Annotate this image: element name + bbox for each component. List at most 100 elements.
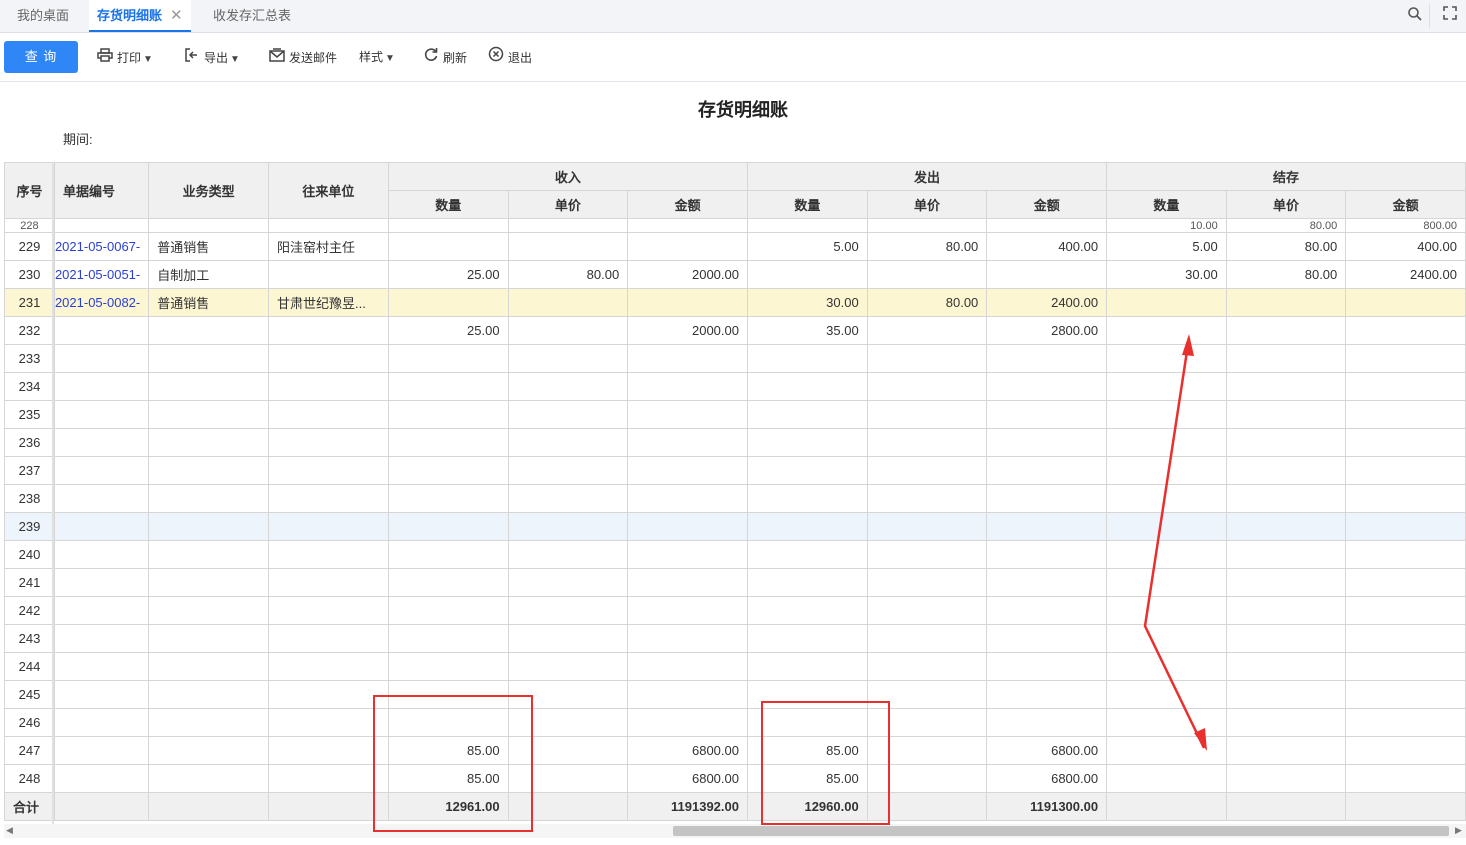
header-in-qty[interactable]: 数量 <box>387 190 509 219</box>
bal-qty-cell <box>1106 372 1227 401</box>
tab-my-desktop[interactable]: 我的桌面 <box>17 0 69 32</box>
tab-summary[interactable]: 收发存汇总表 <box>213 0 291 32</box>
scroll-left-icon[interactable]: ◀ <box>6 825 13 836</box>
table-row[interactable]: 229 -2021-05-0067 普通销售 阳洼窑村主任 5.00 80.00 400.0… <box>4 232 1466 261</box>
header-bal-qty[interactable]: 数量 <box>1106 190 1227 219</box>
biz-type-cell <box>148 512 269 541</box>
table-row[interactable]: 230 -2021-05-0051 自制加工 25.00 80.00 2000.00 30.… <box>4 260 1466 289</box>
header-doc-no[interactable]: 单据编号 <box>53 162 150 219</box>
in-price-cell <box>507 484 629 513</box>
doc-no-link[interactable]: -2021-05-0067 <box>53 232 150 261</box>
partner-cell: 甘肃世纪豫昱... <box>267 288 389 317</box>
header-bal-price[interactable]: 单价 <box>1225 190 1347 219</box>
out-amount-cell: 2800.00 <box>986 316 1108 345</box>
out-price-cell <box>866 372 988 401</box>
table-row[interactable]: 245 <box>4 680 1466 709</box>
out-amount-cell <box>986 260 1108 289</box>
scrollbar-thumb[interactable] <box>673 826 1449 836</box>
partner-cell <box>267 596 389 625</box>
horizontal-scrollbar[interactable]: ◀ ▶ <box>4 824 1466 838</box>
bal-amount-cell <box>1345 512 1466 541</box>
table-row[interactable]: 231 -2021-05-0082 普通销售 甘肃世纪豫昱... 30.00 80.00 2… <box>4 288 1466 317</box>
query-button[interactable]: 查 询 <box>4 41 78 73</box>
in-price-cell: 80.00 <box>507 260 629 289</box>
table-row[interactable]: 248 85.00 6800.00 85.00 6800.00 <box>4 764 1466 793</box>
mail-icon <box>269 46 285 68</box>
header-in-price[interactable]: 单价 <box>507 190 629 219</box>
header-in-amount[interactable]: 金额 <box>627 190 748 219</box>
table-row[interactable]: 244 <box>4 652 1466 681</box>
table-row[interactable]: 241 <box>4 568 1466 597</box>
table-row[interactable]: 243 <box>4 624 1466 653</box>
send-email-button[interactable]: 发送邮件 <box>269 46 337 68</box>
row-index: 234 <box>4 372 55 401</box>
out-price-cell <box>866 344 988 373</box>
partner-cell <box>267 484 389 513</box>
tab-inventory-detail[interactable]: 存货明细账 ✕ <box>89 0 191 32</box>
search-icon[interactable] <box>1405 6 1425 26</box>
table-row[interactable]: 247 85.00 6800.00 85.00 6800.00 <box>4 736 1466 765</box>
in-amount-cell <box>627 428 748 457</box>
in-amount-cell <box>627 624 748 653</box>
in-price-cell <box>507 652 629 681</box>
bal-price-cell <box>1225 764 1347 793</box>
doc-no-link <box>53 680 150 709</box>
report-title: 存货明细账 <box>698 100 788 120</box>
table-row[interactable]: 235 <box>4 400 1466 429</box>
table-row[interactable]: 228 10.00 80.00 800.00 <box>4 218 1466 233</box>
bal-amount-cell <box>1345 428 1466 457</box>
header-partner[interactable]: 往来单位 <box>267 162 389 219</box>
refresh-button[interactable]: 刷新 <box>423 46 467 68</box>
row-index: 233 <box>4 344 55 373</box>
style-button[interactable]: 样式 ▼ <box>359 46 395 68</box>
print-button[interactable]: 打印 ▼ <box>97 46 153 68</box>
bal-qty-cell <box>1106 568 1227 597</box>
scroll-right-icon[interactable]: ▶ <box>1455 825 1462 836</box>
bal-qty-cell <box>1106 652 1227 681</box>
frozen-column-divider <box>52 162 54 824</box>
row-index: 235 <box>4 400 55 429</box>
header-out-amount[interactable]: 金额 <box>986 190 1108 219</box>
in-qty-cell <box>387 428 509 457</box>
bal-qty-cell <box>1106 736 1227 765</box>
bal-qty-cell <box>1106 624 1227 653</box>
row-index: 248 <box>4 764 55 793</box>
table-row[interactable]: 242 <box>4 596 1466 625</box>
close-icon[interactable]: ✕ <box>170 7 183 24</box>
header-bal-amount[interactable]: 金额 <box>1345 190 1466 219</box>
header-out-qty[interactable]: 数量 <box>746 190 868 219</box>
table-row[interactable]: 234 <box>4 372 1466 401</box>
fullscreen-icon[interactable] <box>1440 6 1460 26</box>
export-button[interactable]: 导出 ▼ <box>184 46 240 68</box>
header-index[interactable]: 序号 <box>4 162 55 219</box>
bal-qty-cell <box>1106 680 1227 709</box>
total-row: 合计 12961.00 1191392.00 12960.00 1191300.… <box>4 792 1466 821</box>
doc-no-link[interactable]: -2021-05-0051 <box>53 260 150 289</box>
partner-cell <box>267 260 389 289</box>
doc-no-link[interactable]: -2021-05-0082 <box>53 288 150 317</box>
bal-amount-cell <box>1345 568 1466 597</box>
table-row[interactable]: 232 25.00 2000.00 35.00 2800.00 <box>4 316 1466 345</box>
chevron-down-icon: ▼ <box>143 54 153 65</box>
table-row[interactable]: 233 <box>4 344 1466 373</box>
table-row[interactable]: 239 <box>4 512 1466 541</box>
out-price-cell <box>866 736 988 765</box>
in-qty-cell <box>387 456 509 485</box>
bal-amount-cell <box>1345 708 1466 737</box>
exit-button[interactable]: 退出 <box>488 46 532 68</box>
out-qty-cell <box>746 540 868 569</box>
table-row[interactable]: 246 <box>4 708 1466 737</box>
in-amount-cell <box>627 708 748 737</box>
table-row[interactable]: 237 <box>4 456 1466 485</box>
in-price-cell <box>507 624 629 653</box>
chevron-down-icon: ▼ <box>230 54 240 65</box>
header-out-price[interactable]: 单价 <box>866 190 988 219</box>
header-out-group: 发出 <box>746 162 1108 191</box>
table-row[interactable]: 236 <box>4 428 1466 457</box>
header-biz-type[interactable]: 业务类型 <box>148 162 269 219</box>
out-amount-cell: 6800.00 <box>986 764 1108 793</box>
table-row[interactable]: 240 <box>4 540 1466 569</box>
table-row[interactable]: 238 <box>4 484 1466 513</box>
out-amount-cell <box>986 484 1108 513</box>
bal-qty-cell <box>1106 512 1227 541</box>
